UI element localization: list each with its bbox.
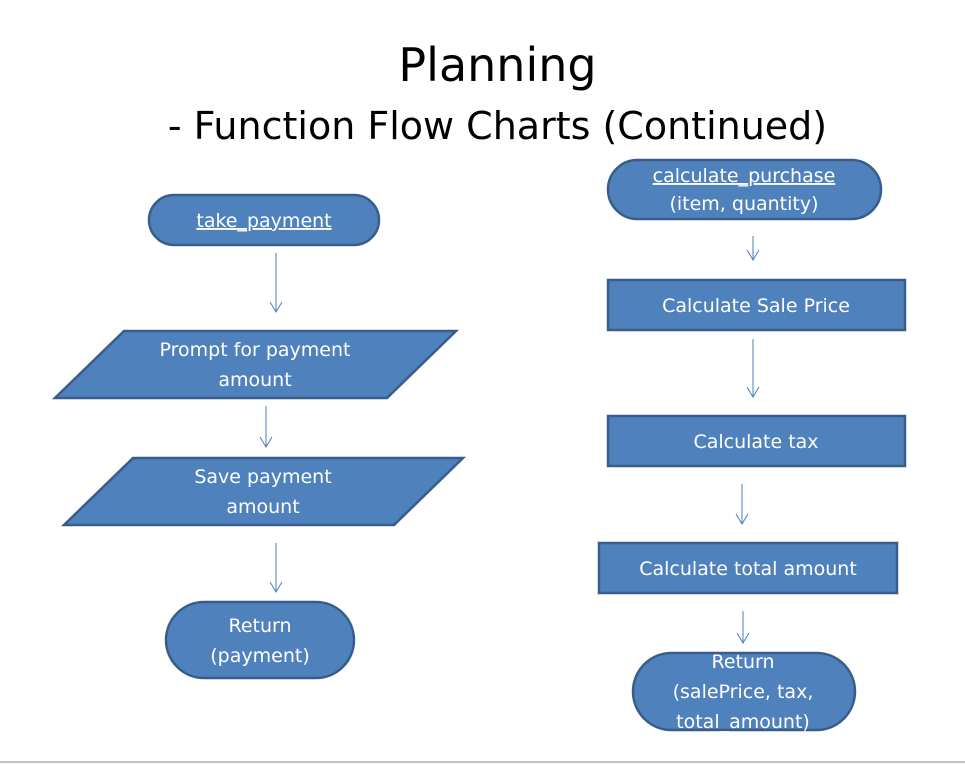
return-values-label-line3: total_amount) xyxy=(676,711,810,733)
prompt-payment-label-line1: Prompt for payment xyxy=(159,339,350,361)
return-payment-label-line2: (payment) xyxy=(210,645,309,667)
arrow xyxy=(736,611,750,644)
calculate-total-amount-label: Calculate total amount xyxy=(639,558,857,580)
save-payment-label-line1: Save payment xyxy=(194,466,331,488)
arrow xyxy=(269,253,283,313)
flowchart-canvas: take_payment Prompt for payment amount S… xyxy=(51,158,907,733)
arrow xyxy=(269,543,283,593)
arrow xyxy=(259,406,273,448)
right-flow: calculate_purchase (item, quantity) Calc… xyxy=(597,158,907,733)
take-payment-label: take_payment xyxy=(196,210,331,232)
return-values-label-line1: Return xyxy=(711,651,774,673)
return-values-label-line2: (salePrice, tax, xyxy=(673,681,814,703)
return-payment-label-line1: Return xyxy=(228,615,291,637)
arrow xyxy=(746,236,760,261)
calculate-sale-price-label: Calculate Sale Price xyxy=(662,295,850,317)
prompt-payment-label-line2: amount xyxy=(218,369,291,391)
left-flow: take_payment Prompt for payment amount S… xyxy=(51,193,467,680)
calculate-purchase-label-line2: (item, quantity) xyxy=(669,193,818,215)
save-payment-label-line2: amount xyxy=(226,496,299,518)
arrow xyxy=(746,339,760,398)
slide-bottom-border xyxy=(0,761,965,763)
arrow xyxy=(735,484,749,525)
calculate-purchase-label-line1: calculate_purchase xyxy=(653,165,836,187)
calculate-tax-label: Calculate tax xyxy=(693,431,818,453)
